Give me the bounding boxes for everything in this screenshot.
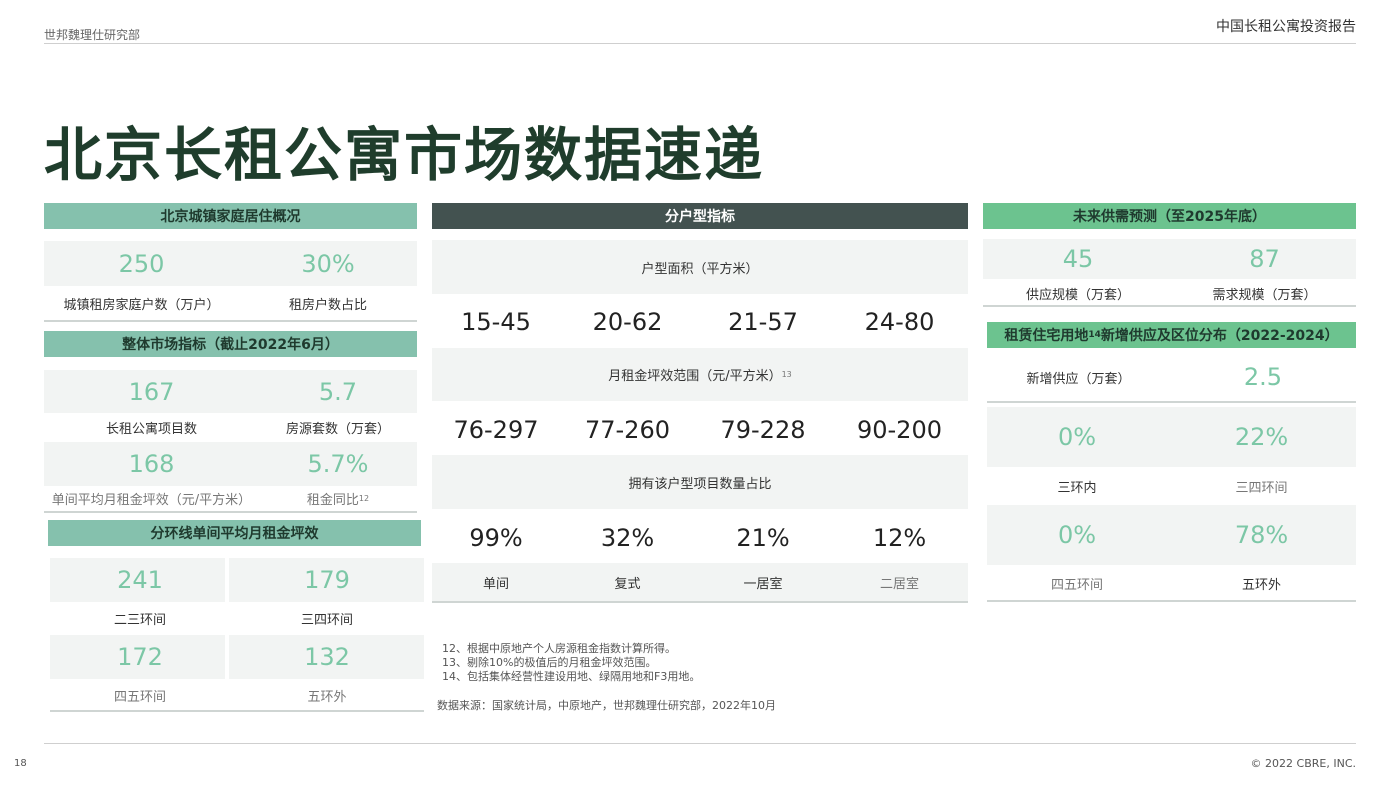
supply-value: 45 xyxy=(1062,245,1094,273)
rent-yoy-value: 5.7% xyxy=(307,450,369,478)
divider xyxy=(987,401,1356,403)
footnote-13: 13、剔除10%的极值后的月租金坪效范围。 xyxy=(442,656,657,669)
supply-label: 供应规模（万套） xyxy=(1025,287,1130,303)
divider xyxy=(44,511,417,513)
divider xyxy=(983,305,1356,307)
rent-yoy-label: 租金同比 12 xyxy=(306,492,370,508)
ring-2-3-value: 241 xyxy=(117,566,163,594)
land-outside-5-value: 78% xyxy=(1234,521,1289,549)
ring-outside-5-label: 五环外 xyxy=(307,689,347,705)
type-duplex: 复式 xyxy=(614,576,641,592)
type-one-bedroom: 一居室 xyxy=(743,576,783,592)
area-label: 户型面积（平方米） xyxy=(641,261,759,277)
ring-3-4-label: 三四环间 xyxy=(300,612,353,628)
type-studio: 单间 xyxy=(482,576,509,592)
footnote-12: 12、根据中原地产个人房源租金指数计算所得。 xyxy=(442,642,676,655)
forecast-header: 未来供需预测（至2025年底） xyxy=(983,203,1356,229)
divider xyxy=(44,320,417,322)
ring-2-3-label: 二三环间 xyxy=(113,612,166,628)
footnotes: 12、根据中原地产个人房源租金指数计算所得。 13、剔除10%的极值后的月租金坪… xyxy=(442,642,700,684)
share-studio: 99% xyxy=(469,524,523,552)
avg-rent-efficiency-value: 168 xyxy=(128,450,175,478)
household-header: 北京城镇家庭居住概况 xyxy=(44,203,417,229)
page-number: 18 xyxy=(14,758,27,769)
unit-count-value: 5.7 xyxy=(318,377,358,406)
apartment-project-count-value: 167 xyxy=(128,377,175,406)
land-3-4-label: 三四环间 xyxy=(1235,480,1288,496)
land-4-5-value: 0% xyxy=(1057,521,1097,549)
household-rent-count-label: 城镇租房家庭户数（万户） xyxy=(63,297,220,313)
new-supply-value: 2.5 xyxy=(1243,363,1283,391)
ring-4-5-label: 四五环间 xyxy=(113,689,166,705)
project-share-label: 拥有该户型项目数量占比 xyxy=(628,476,772,492)
area-duplex: 20-62 xyxy=(592,308,663,336)
research-dept-label: 世邦魏理仕研究部 xyxy=(44,28,141,42)
share-two-bedroom: 12% xyxy=(872,524,927,552)
apartment-project-count-label: 长租公寓项目数 xyxy=(105,421,197,437)
new-supply-label: 新增供应（万套） xyxy=(1026,371,1131,387)
land-inner-3-value: 0% xyxy=(1057,423,1097,451)
share-one-bedroom: 21% xyxy=(736,524,790,552)
type-two-bedroom: 二居室 xyxy=(879,576,919,592)
ring-header: 分环线单间平均月租金坪效 xyxy=(48,520,421,546)
page-title: 北京长租公寓市场数据速递 xyxy=(44,121,765,189)
market-header: 整体市场指标（截止2022年6月） xyxy=(44,331,417,357)
land-supply-header: 租赁住宅用地 14 新增供应及区位分布（2022-2024） xyxy=(987,322,1356,348)
divider xyxy=(432,601,968,603)
area-two-bedroom: 24-80 xyxy=(864,308,935,336)
household-rent-count-value: 250 xyxy=(118,249,165,278)
area-studio: 15-45 xyxy=(461,308,531,336)
share-duplex: 32% xyxy=(600,524,655,552)
household-rent-share-label: 租房户数占比 xyxy=(288,297,367,313)
land-3-4-value: 22% xyxy=(1234,423,1289,451)
area-one-bedroom: 21-57 xyxy=(728,308,798,336)
rent-duplex: 77-260 xyxy=(584,416,670,444)
footnote-14: 14、包括集体经营性建设用地、绿隔用地和F3用地。 xyxy=(442,670,701,683)
unit-type-header: 分户型指标 xyxy=(432,203,968,229)
household-rent-share-value: 30% xyxy=(301,249,355,278)
demand-value: 87 xyxy=(1249,245,1280,273)
land-inner-3-label: 三环内 xyxy=(1057,480,1097,496)
rent-studio: 76-297 xyxy=(453,416,539,444)
demand-label: 需求规模（万套） xyxy=(1212,287,1317,303)
rent-two-bedroom: 90-200 xyxy=(856,416,942,444)
divider xyxy=(50,710,424,712)
data-source: 数据来源：国家统计局，中原地产，世邦魏理仕研究部，2022年10月 xyxy=(437,699,776,712)
rent-one-bedroom: 79-228 xyxy=(720,416,806,444)
land-outside-5-label: 五环外 xyxy=(1241,577,1281,593)
report-title: 中国长租公寓投资报告 xyxy=(1216,19,1356,35)
ring-outside-5-value: 132 xyxy=(304,643,350,671)
ring-3-4-value: 179 xyxy=(304,566,350,594)
ring-4-5-value: 172 xyxy=(117,643,163,671)
footer-divider xyxy=(44,743,1356,744)
copyright: © 2022 CBRE, INC. xyxy=(1250,757,1356,770)
avg-rent-efficiency-label: 单间平均月租金坪效（元/平方米） xyxy=(51,492,252,508)
land-4-5-label: 四五环间 xyxy=(1050,577,1103,593)
divider xyxy=(987,600,1356,602)
unit-count-label: 房源套数（万套） xyxy=(285,421,390,437)
rent-range-label: 月租金坪效范围（元/平方米） 13 xyxy=(608,369,792,384)
header-divider xyxy=(44,43,1356,44)
